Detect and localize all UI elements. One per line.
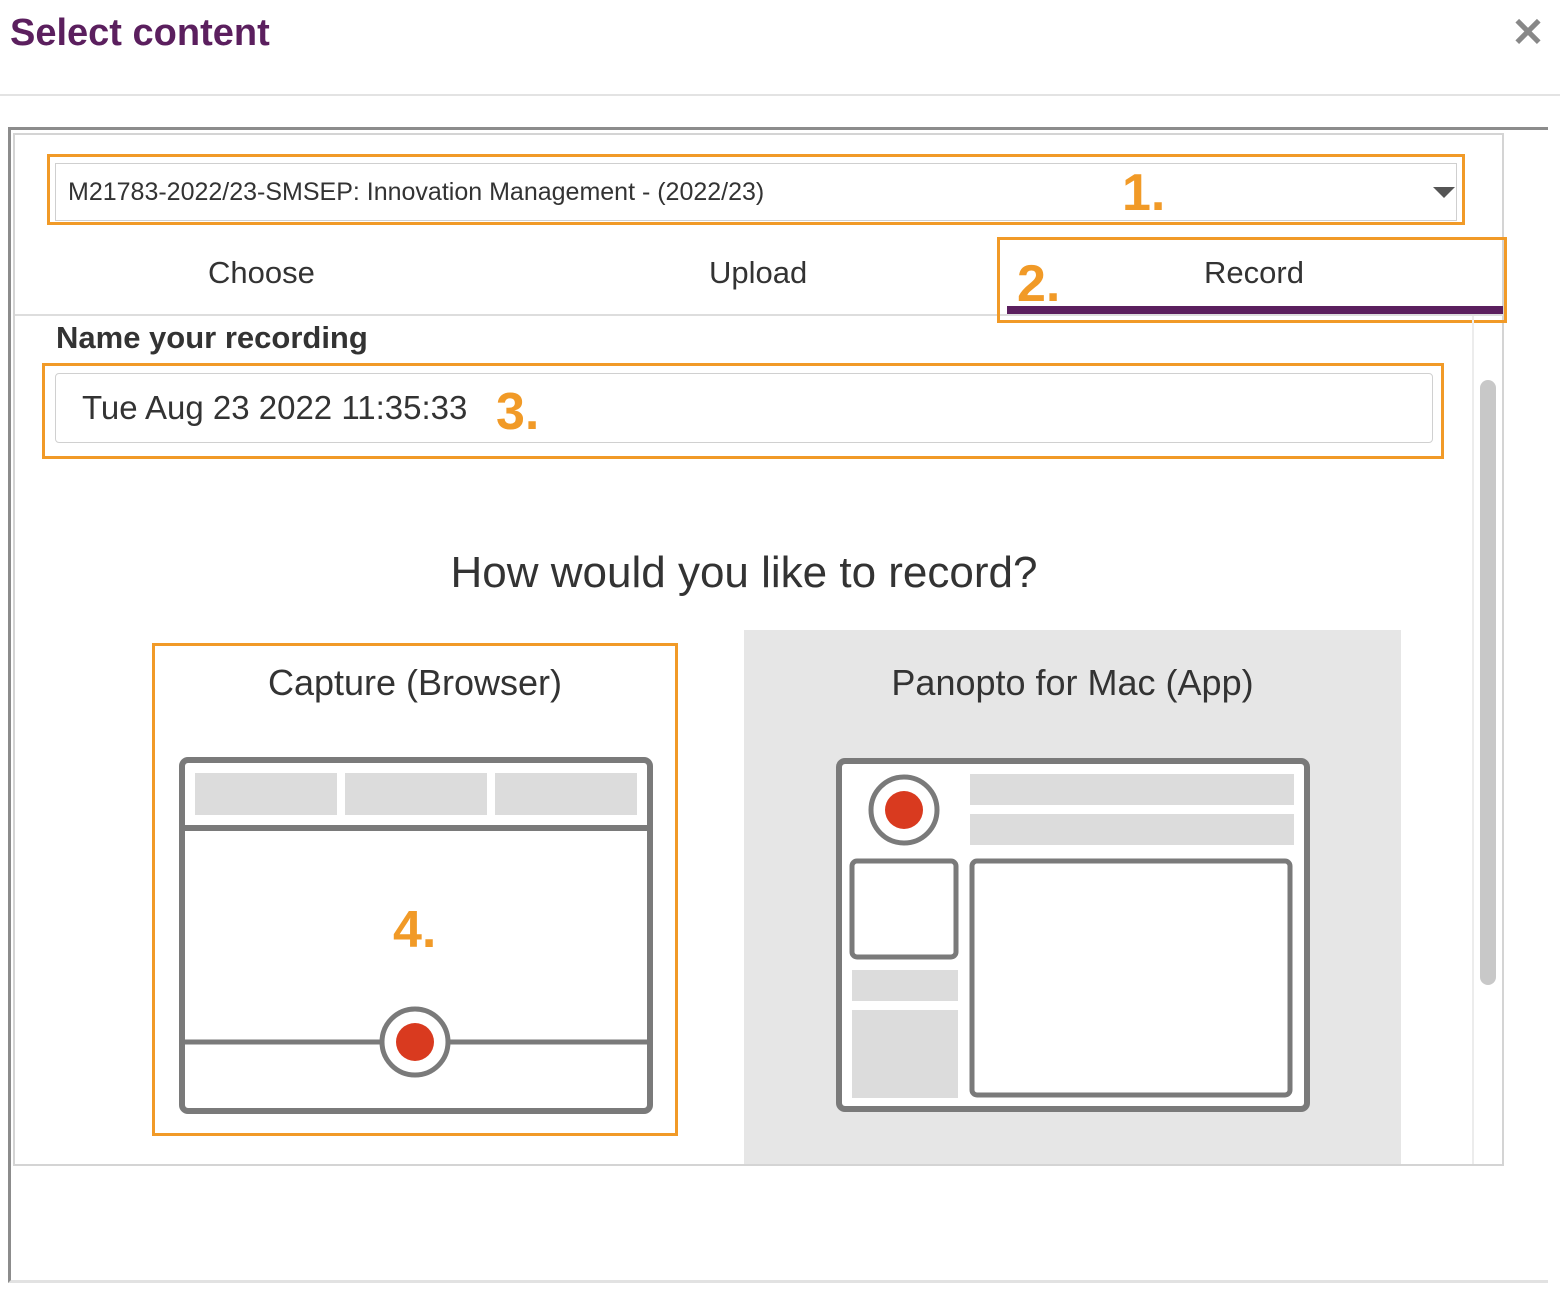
scrollbar-thumb[interactable] bbox=[1480, 380, 1496, 985]
annotation-step-3: 3. bbox=[496, 383, 540, 441]
annotation-step-1: 1. bbox=[1122, 164, 1166, 222]
app-window-record-icon bbox=[836, 758, 1310, 1112]
header-divider bbox=[0, 94, 1560, 96]
annotation-box-3 bbox=[42, 363, 1444, 459]
panopto-mac-app-option[interactable]: Panopto for Mac (App) bbox=[744, 630, 1401, 1164]
annotation-step-4: 4. bbox=[393, 901, 437, 959]
record-method-prompt: How would you like to record? bbox=[450, 548, 1038, 597]
annotation-box-1 bbox=[47, 154, 1465, 225]
dialog-title: Select content bbox=[10, 12, 270, 54]
tab-choose[interactable]: Choose bbox=[208, 255, 315, 291]
annotation-box-2 bbox=[997, 237, 1507, 323]
tab-upload[interactable]: Upload bbox=[709, 255, 807, 291]
close-icon[interactable]: ✕ bbox=[1508, 8, 1548, 58]
panel-scroll-divider bbox=[1472, 316, 1474, 1164]
panopto-mac-app-label: Panopto for Mac (App) bbox=[891, 662, 1254, 703]
annotation-box-4 bbox=[152, 643, 678, 1136]
recording-name-label: Name your recording bbox=[56, 320, 368, 355]
annotation-step-2: 2. bbox=[1017, 255, 1061, 313]
